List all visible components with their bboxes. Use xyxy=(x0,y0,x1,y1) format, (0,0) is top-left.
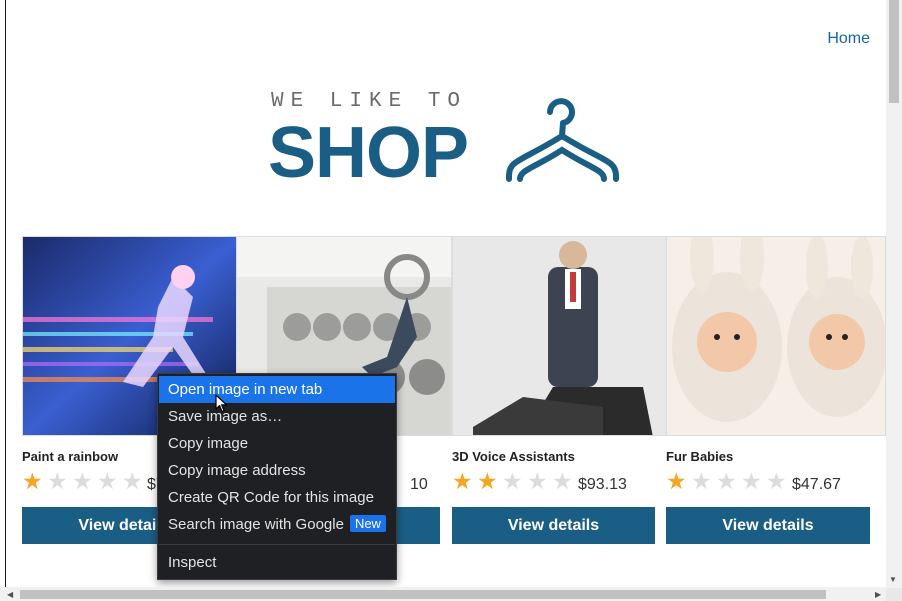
horizontal-scrollbar-thumb[interactable] xyxy=(20,590,826,599)
star-icon: ★ xyxy=(552,468,573,494)
menu-item-open-image-new-tab[interactable]: Open image in new tab xyxy=(159,376,395,403)
menu-separator xyxy=(159,544,395,545)
scroll-left-arrow-icon[interactable]: ◀ xyxy=(7,590,13,600)
star-icon: ★ xyxy=(72,468,93,494)
shop-logo[interactable]: WE LIKE TO SHOP xyxy=(268,90,628,193)
logo-tagline: WE LIKE TO xyxy=(271,90,468,113)
view-details-button[interactable]: View details xyxy=(452,507,655,544)
product-image-fur-babies[interactable] xyxy=(666,236,886,436)
nav-home-link[interactable]: Home xyxy=(827,30,870,48)
star-icon: ★ xyxy=(502,468,523,494)
star-icon: ★ xyxy=(527,468,548,494)
product-image-voice-assistant[interactable] xyxy=(452,236,668,436)
menu-item-label: Copy image address xyxy=(168,462,306,479)
menu-item-label: Copy image xyxy=(168,435,249,452)
star-icon: ★ xyxy=(452,468,473,494)
scroll-right-arrow-icon[interactable]: ▶ xyxy=(875,590,881,600)
menu-item-create-qr-code[interactable]: Create QR Code for this image xyxy=(159,484,395,511)
hanger-icon xyxy=(506,98,619,182)
star-icon: ★ xyxy=(691,468,712,494)
menu-item-label: Inspect xyxy=(168,554,217,571)
product-title: Paint a rainbow xyxy=(22,449,119,464)
star-icon: ★ xyxy=(766,468,787,494)
window-left-edge xyxy=(0,0,6,601)
logo-word: SHOP xyxy=(268,113,469,193)
menu-item-label: Search image with Google xyxy=(168,516,344,533)
scroll-down-arrow-icon[interactable]: ▼ xyxy=(889,575,897,585)
star-icon: ★ xyxy=(122,468,143,494)
product-price: $47.67 xyxy=(792,476,841,493)
view-details-button[interactable]: View details xyxy=(666,507,870,544)
product-price: 10 xyxy=(410,476,428,493)
menu-item-copy-image-address[interactable]: Copy image address xyxy=(159,457,395,484)
vertical-scrollbar-thumb[interactable] xyxy=(889,0,899,103)
menu-item-save-image-as[interactable]: Save image as… xyxy=(159,403,395,430)
menu-item-search-image-google[interactable]: Search image with Google New xyxy=(159,511,395,538)
rating-stars: ★ ★ ★ ★ ★ xyxy=(22,470,146,493)
star-icon: ★ xyxy=(716,468,737,494)
star-icon: ★ xyxy=(97,468,118,494)
scrollbar-corner xyxy=(886,588,902,601)
star-icon: ★ xyxy=(22,468,43,494)
rating-stars: ★ ★ ★ ★ ★ xyxy=(666,470,790,493)
new-badge: New xyxy=(349,515,386,532)
rating-stars: ★ ★ ★ ★ ★ xyxy=(452,470,576,493)
menu-item-inspect[interactable]: Inspect xyxy=(159,549,395,576)
star-icon: ★ xyxy=(477,468,498,494)
star-icon: ★ xyxy=(666,468,687,494)
product-price: $93.13 xyxy=(578,476,627,493)
menu-item-label: Create QR Code for this image xyxy=(168,489,374,506)
menu-item-label: Open image in new tab xyxy=(168,381,323,398)
mouse-pointer-icon xyxy=(215,394,228,413)
context-menu: Open image in new tab Save image as… Cop… xyxy=(157,373,397,580)
star-icon: ★ xyxy=(741,468,762,494)
menu-item-copy-image[interactable]: Copy image xyxy=(159,430,395,457)
star-icon: ★ xyxy=(47,468,68,494)
product-title: 3D Voice Assistants xyxy=(452,449,575,464)
product-title: Fur Babies xyxy=(666,449,734,464)
product-grid: Paint a rainbow ★ ★ ★ ★ ★ $7 View detail… xyxy=(22,236,888,556)
